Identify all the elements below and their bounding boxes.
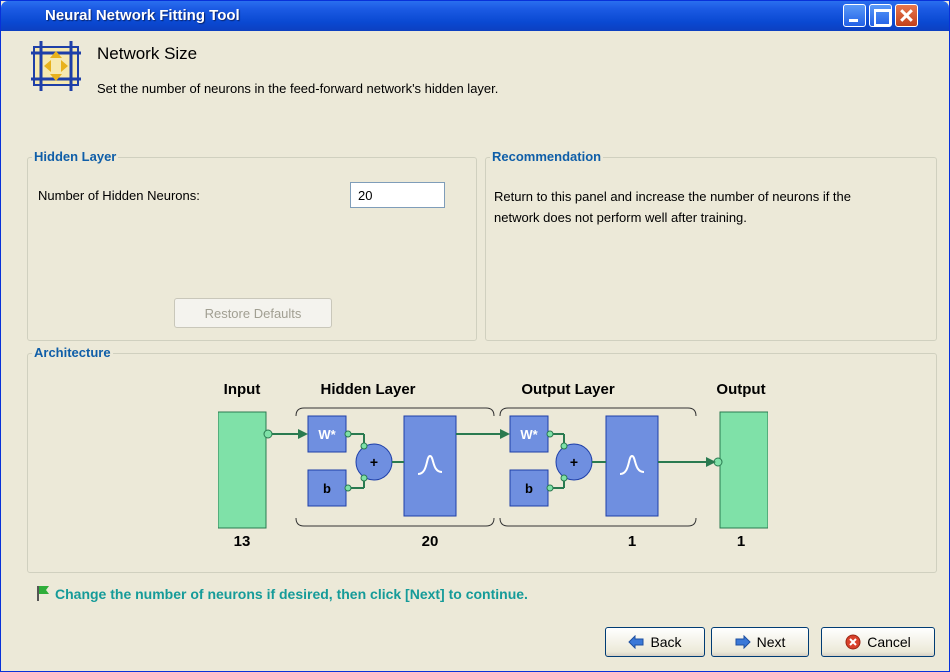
output-bias-label: b <box>525 481 533 496</box>
recommendation-legend: Recommendation <box>490 149 604 164</box>
output-layer-bracket-top <box>499 407 697 417</box>
recommendation-group: Recommendation Return to this panel and … <box>485 149 937 341</box>
hidden-layer-legend: Hidden Layer <box>32 149 119 164</box>
output-layer-title: Output Layer <box>521 381 615 398</box>
architecture-diagram: Input Hidden Layer Output Layer Output W… <box>218 381 768 550</box>
title-bar[interactable]: Neural Network Fitting Tool <box>1 1 949 31</box>
input-block <box>218 411 267 529</box>
hidden-sum-label: + <box>370 454 378 470</box>
back-button-label: Back <box>650 634 682 650</box>
hidden-layer-title: Hidden Layer <box>320 381 415 398</box>
architecture-group: Architecture Input Hidden Layer Output L… <box>27 345 937 573</box>
output-block <box>719 411 768 529</box>
cancel-icon <box>845 634 861 650</box>
back-button[interactable]: Back <box>605 627 705 657</box>
hidden-neurons-input[interactable] <box>350 182 445 208</box>
output-count: 1 <box>737 533 745 550</box>
hidden-weight-label: W* <box>318 427 336 442</box>
hint-message: Change the number of neurons if desired,… <box>35 585 528 602</box>
output-layer-count: 1 <box>628 533 636 550</box>
hidden-count: 20 <box>422 533 439 550</box>
hidden-layer-bracket-top <box>295 407 495 417</box>
input-count: 13 <box>234 533 251 550</box>
input-title: Input <box>224 381 261 398</box>
restore-defaults-button[interactable]: Restore Defaults <box>174 298 332 328</box>
network-size-icon <box>31 41 81 91</box>
next-button[interactable]: Next <box>711 627 809 657</box>
output-transfer-block <box>605 415 659 517</box>
hidden-transfer-block <box>403 415 457 517</box>
window-title: Neural Network Fitting Tool <box>45 7 240 24</box>
back-arrow-icon <box>628 635 644 649</box>
page-subtitle: Set the number of neurons in the feed-fo… <box>97 81 499 96</box>
cancel-button-label: Cancel <box>867 634 911 650</box>
page-title: Network Size <box>97 44 198 63</box>
next-arrow-icon <box>735 635 751 649</box>
output-sum-label: + <box>570 454 578 470</box>
app-window: Neural Network Fitting Tool Network Size… <box>0 0 950 672</box>
close-button[interactable] <box>895 4 918 27</box>
hidden-bias-label: b <box>323 481 331 496</box>
next-button-label: Next <box>756 634 786 650</box>
output-layer-bracket-bottom <box>499 517 697 527</box>
recommendation-text: Return to this panel and increase the nu… <box>494 189 851 225</box>
minimize-button[interactable] <box>843 4 866 27</box>
hidden-neurons-label: Number of Hidden Neurons: <box>38 188 200 203</box>
output-weight-label: W* <box>520 427 538 442</box>
hint-text: Change the number of neurons if desired,… <box>55 586 528 602</box>
cancel-button[interactable]: Cancel <box>821 627 935 657</box>
hidden-layer-bracket-bottom <box>295 517 495 527</box>
hidden-layer-group: Hidden Layer Number of Hidden Neurons: R… <box>27 149 477 341</box>
maximize-button[interactable] <box>869 4 892 27</box>
output-title: Output <box>716 381 765 398</box>
flag-icon <box>37 586 49 601</box>
architecture-legend: Architecture <box>32 345 113 360</box>
